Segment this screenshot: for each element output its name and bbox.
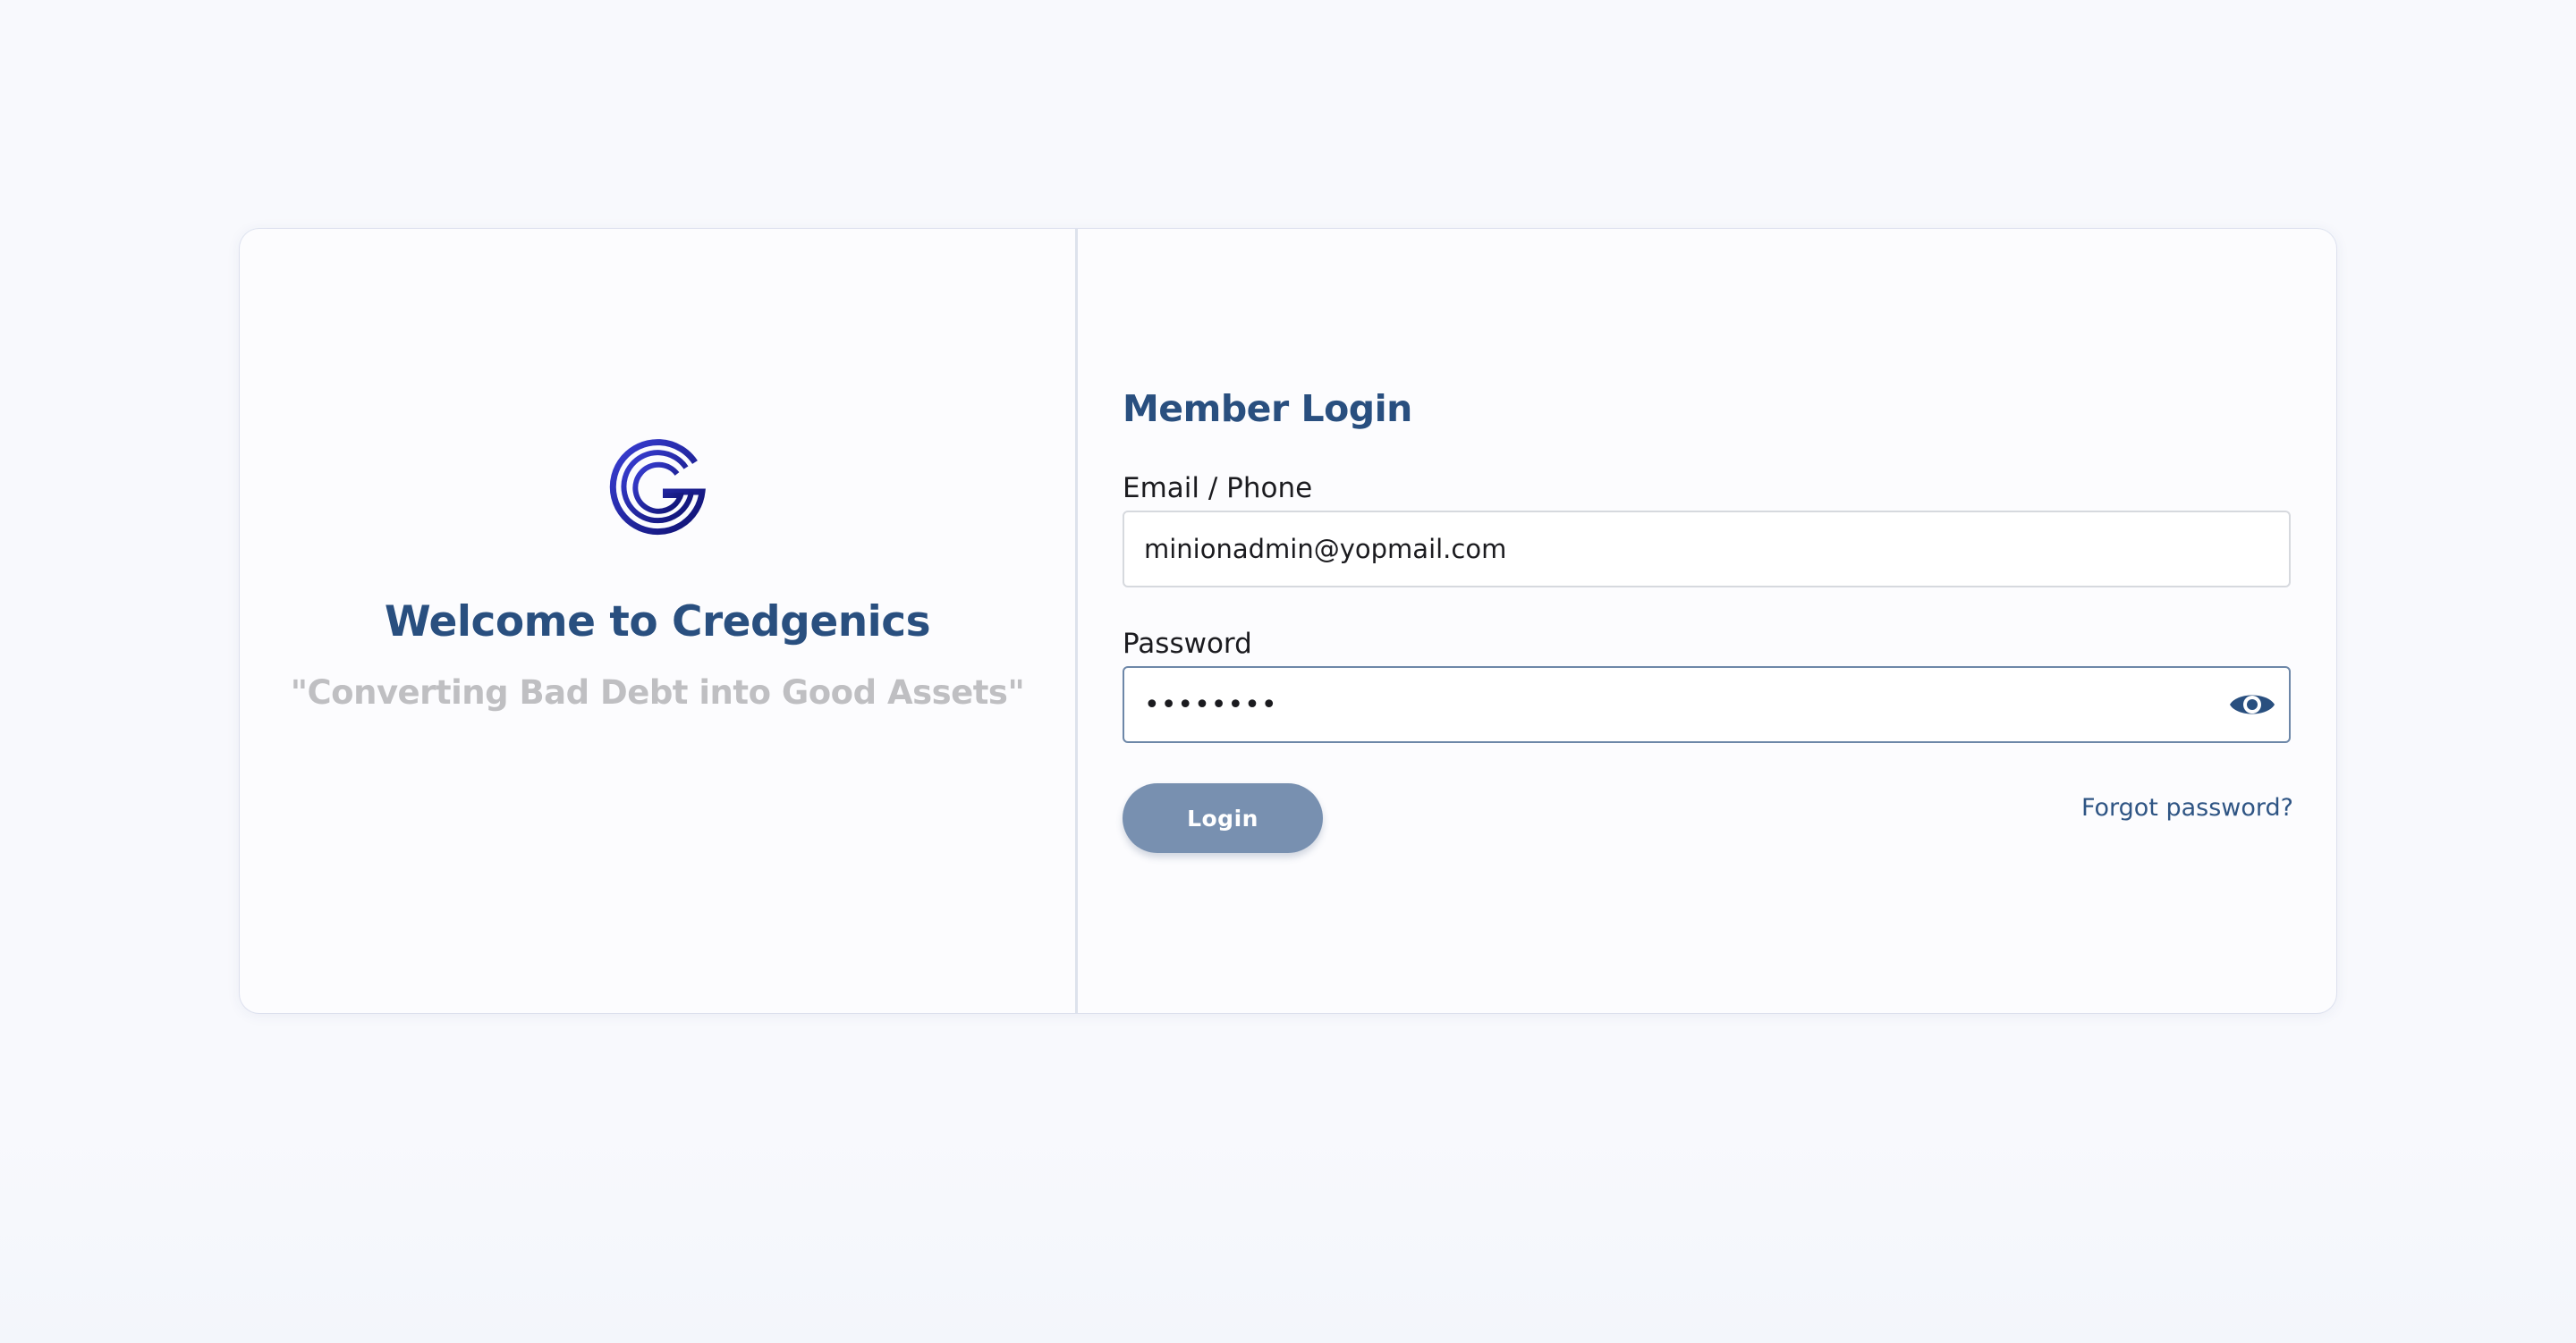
login-panel: Member Login Email / Phone Password Logi… xyxy=(1078,229,2336,1013)
password-field[interactable] xyxy=(1124,668,2289,741)
login-button[interactable]: Login xyxy=(1123,783,1323,853)
password-field-container xyxy=(1123,666,2291,743)
welcome-panel: Welcome to Credgenics "Converting Bad De… xyxy=(240,229,1078,1013)
forgot-password-link[interactable]: Forgot password? xyxy=(2081,793,2293,824)
login-card: Welcome to Credgenics "Converting Bad De… xyxy=(240,229,2336,1013)
email-field[interactable] xyxy=(1124,512,2289,586)
tagline: "Converting Bad Debt into Good Assets" xyxy=(290,673,1025,712)
password-label: Password xyxy=(1123,628,1252,660)
login-heading: Member Login xyxy=(1123,387,1412,430)
email-field-container xyxy=(1123,511,2291,587)
welcome-title: Welcome to Credgenics xyxy=(384,597,931,646)
email-label: Email / Phone xyxy=(1123,472,1313,504)
credgenics-logo-icon xyxy=(609,439,706,536)
eye-icon[interactable] xyxy=(2228,687,2276,722)
